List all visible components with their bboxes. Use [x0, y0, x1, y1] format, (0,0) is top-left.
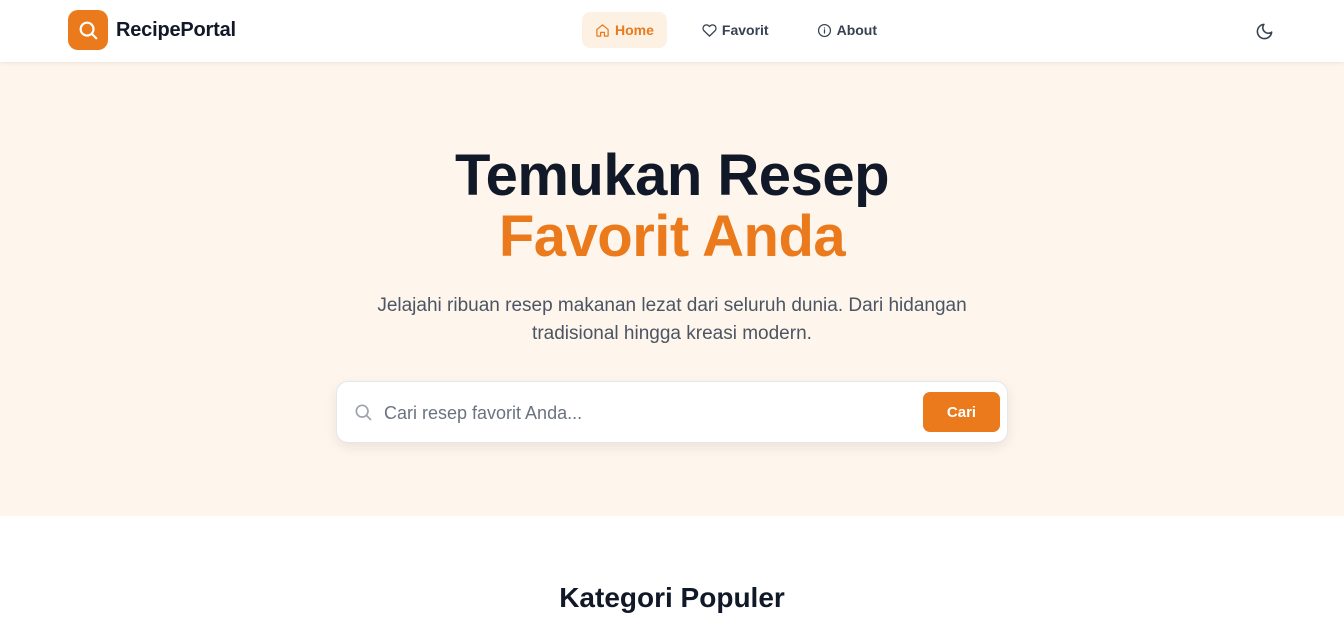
nav-item-label: Home: [615, 22, 654, 38]
theme-toggle-button[interactable]: [1252, 19, 1276, 43]
hero-subtitle: Jelajahi ribuan resep makanan lezat dari…: [377, 295, 967, 344]
heart-icon: [702, 23, 717, 38]
nav-item-favorit[interactable]: Favorit: [689, 12, 782, 48]
hero-title-line1: Temukan Resep: [454, 143, 890, 208]
brand[interactable]: RecipePortal: [68, 10, 236, 50]
navbar: RecipePortal Home Favorit About: [0, 0, 1344, 62]
nav-item-home[interactable]: Home: [582, 12, 667, 48]
hero-title-line2: Favorit Anda: [498, 204, 846, 269]
home-icon: [595, 23, 610, 38]
search-input[interactable]: [384, 396, 904, 430]
nav-item-label: About: [836, 22, 878, 38]
info-icon: [817, 23, 832, 38]
search-icon: [353, 402, 373, 422]
main-nav: Home Favorit About: [582, 12, 890, 48]
section-title: Kategori Populer: [559, 582, 785, 613]
nav-item-about[interactable]: About: [804, 12, 890, 48]
nav-item-label: Favorit: [721, 22, 769, 38]
hero-section: Temukan Resep Favorit Anda Jelajahi ribu…: [0, 62, 1344, 516]
moon-icon: [1256, 23, 1272, 39]
search-button[interactable]: Cari: [923, 392, 1000, 432]
search-icon: [79, 21, 98, 40]
brand-name: RecipePortal: [116, 18, 236, 41]
brand-logo: [68, 10, 108, 50]
hero-title: Temukan Resep Favorit Anda: [0, 145, 1344, 267]
search-bar: Cari: [336, 381, 1008, 443]
categories-section: Kategori Populer: [0, 582, 1344, 614]
